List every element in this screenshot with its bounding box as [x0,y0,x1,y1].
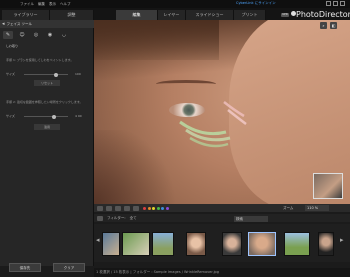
panel-title: フェイス ツール [6,21,33,26]
grid-view-button[interactable] [97,215,103,221]
rotate-button[interactable] [115,205,121,211]
filmstrip-thumb[interactable] [284,232,310,256]
face-tools-panel: ◂ フェイス ツール ✎ ☺ ◎ ◉ ◡ しわ取り 手順 1: ブラシを使用して… [0,20,94,266]
size-value: 4 90 [75,114,82,118]
view-single-button[interactable] [97,205,103,211]
eye-tool[interactable]: ◉ [45,31,55,39]
wrinkle-brush-strokes [179,101,247,148]
filmstrip-thumb[interactable] [186,232,206,256]
canvas-icon-group: ⌕ ◧ [320,22,337,29]
flag-button[interactable] [124,205,130,211]
navigator-thumbnail[interactable] [313,173,343,199]
menu-edit[interactable]: 編集 [38,2,45,7]
face-icon: ☺ [19,31,25,38]
slider-knob[interactable] [52,114,56,119]
color-label-purple[interactable] [165,206,169,210]
tab-slideshow[interactable]: スライドショー [186,10,234,20]
tab-layers[interactable]: レイヤー [158,10,186,20]
filter-bar: フィルター: 全て [94,214,350,222]
app-title: PhotoDirector [296,10,350,19]
filmstrip-thumb[interactable] [122,232,150,256]
maximize-icon[interactable] [333,1,338,6]
hint-step2: 手順 2: 適切な範囲を参照したい場所をクリックします。 [6,100,83,104]
menu-view[interactable]: 表示 [49,2,56,7]
compare-icon[interactable]: ◧ [330,22,337,29]
search-icon[interactable]: ⌕ [320,22,327,29]
brush-size-value: 100 [75,72,81,76]
next-arrow-icon[interactable]: ▸ [340,236,344,244]
size-label: サイズ [6,114,15,118]
back-arrow-icon[interactable]: ◂ [2,21,5,27]
prev-arrow-icon[interactable]: ◂ [96,236,100,244]
lens-icon: ◎ [33,31,39,38]
clear-button[interactable]: クリア [53,263,85,272]
star-rating-button[interactable] [133,205,139,211]
tab-library[interactable]: ライブラリー [2,10,50,20]
brush-tool[interactable]: ✎ [3,31,13,39]
menu-help[interactable]: ヘルプ [60,2,71,7]
zoom-select[interactable]: 110 % [305,205,329,211]
menu-file[interactable]: ファイル [20,2,34,7]
color-label-blue[interactable] [161,206,165,210]
smile-icon: ◡ [61,31,67,38]
hint-step1: 手順 1: ブラシを使用してしわをペイントします。 [6,58,74,62]
apply-button[interactable]: 適用 [34,124,60,130]
color-label-green[interactable] [156,206,160,210]
filmstrip-thumb[interactable] [152,232,174,256]
smile-tool[interactable]: ◡ [59,31,69,39]
save-button[interactable]: 保存先 [9,263,41,272]
filter-select[interactable]: 全て [130,216,137,221]
tab-adjust[interactable]: 調整 [50,10,94,20]
section-title: しわ取り [6,44,19,48]
status-bar: 1 枚選択 / 15 枚表示 | フォルダー : Sample Images /… [94,268,350,277]
minimize-icon[interactable] [326,1,331,6]
face-tool[interactable]: ☺ [17,31,27,39]
reset-button[interactable]: リセット [34,80,60,86]
filter-label: フィルター: [107,215,126,220]
search-input[interactable]: 検索 [234,216,268,222]
zoom-label: ズーム [283,206,294,210]
size-slider[interactable] [24,114,68,119]
brush-size-slider[interactable] [24,72,68,77]
color-label-orange[interactable] [147,206,151,210]
sign-in-link[interactable]: CyberLink にサインイン [236,1,276,6]
filmstrip-thumb[interactable] [102,232,120,256]
tool-row: ✎ ☺ ◎ ◉ ◡ [3,31,91,39]
update-badge[interactable]: UPD [281,13,289,17]
filmstrip-thumb[interactable] [318,232,334,256]
color-label-red[interactable] [143,206,146,210]
lens-tool[interactable]: ◎ [31,31,41,39]
brush-icon: ✎ [5,31,11,38]
tab-print[interactable]: プリント [234,10,266,20]
view-compare-button[interactable] [106,205,112,211]
filmstrip-thumb[interactable] [222,232,242,256]
photo-canvas[interactable] [94,20,350,204]
eye-icon: ◉ [47,31,53,38]
tab-edit[interactable]: 編集 [116,10,158,20]
brush-size-label: サイズ [6,72,15,76]
close-icon[interactable] [340,1,345,6]
menu-bar: ファイル 編集 表示 ヘルプ CyberLink にサインイン [0,0,350,8]
panel-header: ◂ フェイス ツール [0,20,94,28]
slider-knob[interactable] [54,72,58,77]
color-label-yellow[interactable] [152,206,156,210]
filmstrip-thumb-selected[interactable] [248,232,276,256]
